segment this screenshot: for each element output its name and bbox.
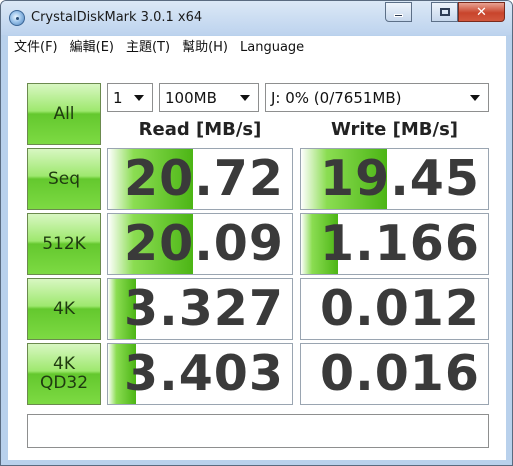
maximize-icon [439,8,450,16]
seq-label: Seq [47,168,81,189]
crystaldiskmark-icon[interactable] [9,10,25,26]
4k-qd32-button[interactable]: 4K QD32 [27,343,101,405]
seq-button[interactable]: Seq [27,148,101,210]
4k-read-cell: 3.327 [107,278,293,340]
read-header: Read [MB/s] [138,119,262,140]
seq-write-value: 19.45 [320,150,480,207]
512k-read-cell: 20.09 [107,213,293,275]
4k-write-value: 0.012 [320,280,480,337]
drive-select[interactable]: J: 0% (0/7651MB) [265,83,489,112]
seq-write-cell: 19.45 [300,148,489,210]
title-bar[interactable]: CrystalDiskMark 3.0.1 x64 ✕ [1,1,512,35]
512k-button[interactable]: 512K [27,213,101,275]
chevron-down-icon [470,94,480,101]
close-icon: ✕ [476,4,487,20]
512k-read-value: 20.09 [124,215,284,272]
512k-write-cell: 1.166 [300,213,489,275]
4k-write-cell: 0.012 [300,278,489,340]
seq-read-value: 20.72 [124,150,284,207]
512k-label: 512K [42,233,86,254]
chevron-down-icon [240,94,250,101]
minimize-button[interactable] [385,2,412,22]
close-button[interactable]: ✕ [458,2,505,22]
main-panel: All 1 100MB J: 0% (0/7651MB) Read [MB/s]… [8,59,506,460]
4k-label: 4K [53,298,75,319]
4k-button[interactable]: 4K [27,278,101,340]
4k-qd32-write-value: 0.016 [320,345,480,402]
drive-value: J: 0% (0/7651MB) [271,88,402,107]
minimize-icon [394,13,403,17]
4k-qd32-read-value: 3.403 [124,345,284,402]
all-button-label: All [53,103,75,124]
4k-qd32-read-cell: 3.403 [107,343,293,405]
maximize-button[interactable] [431,2,458,22]
menu-file[interactable]: 文件(F) [8,36,64,59]
4k-read-value: 3.327 [124,280,284,337]
size-select[interactable]: 100MB [159,83,259,112]
runs-value: 1 [113,88,123,107]
4k-qd32-write-cell: 0.016 [300,343,489,405]
size-value: 100MB [165,88,217,107]
status-bar [27,414,489,448]
menu-bar: 文件(F) 編輯(E) 主題(T) 幫助(H) Language [8,36,506,59]
runs-select[interactable]: 1 [107,83,153,112]
menu-help[interactable]: 幫助(H) [176,36,234,59]
app-window: CrystalDiskMark 3.0.1 x64 ✕ 文件(F) 編輯(E) … [0,0,513,466]
menu-theme[interactable]: 主題(T) [120,36,176,59]
menu-edit[interactable]: 編輯(E) [64,36,120,59]
seq-read-cell: 20.72 [107,148,293,210]
window-title: CrystalDiskMark 3.0.1 x64 [31,10,203,25]
512k-write-value: 1.166 [320,215,480,272]
4k-qd32-label-line2: QD32 [39,373,89,393]
all-button[interactable]: All [27,83,101,145]
4k-qd32-label-line1: 4K [53,354,75,375]
chevron-down-icon [134,94,144,101]
write-header: Write [MB/s] [330,119,459,140]
menu-language[interactable]: Language [234,36,310,59]
